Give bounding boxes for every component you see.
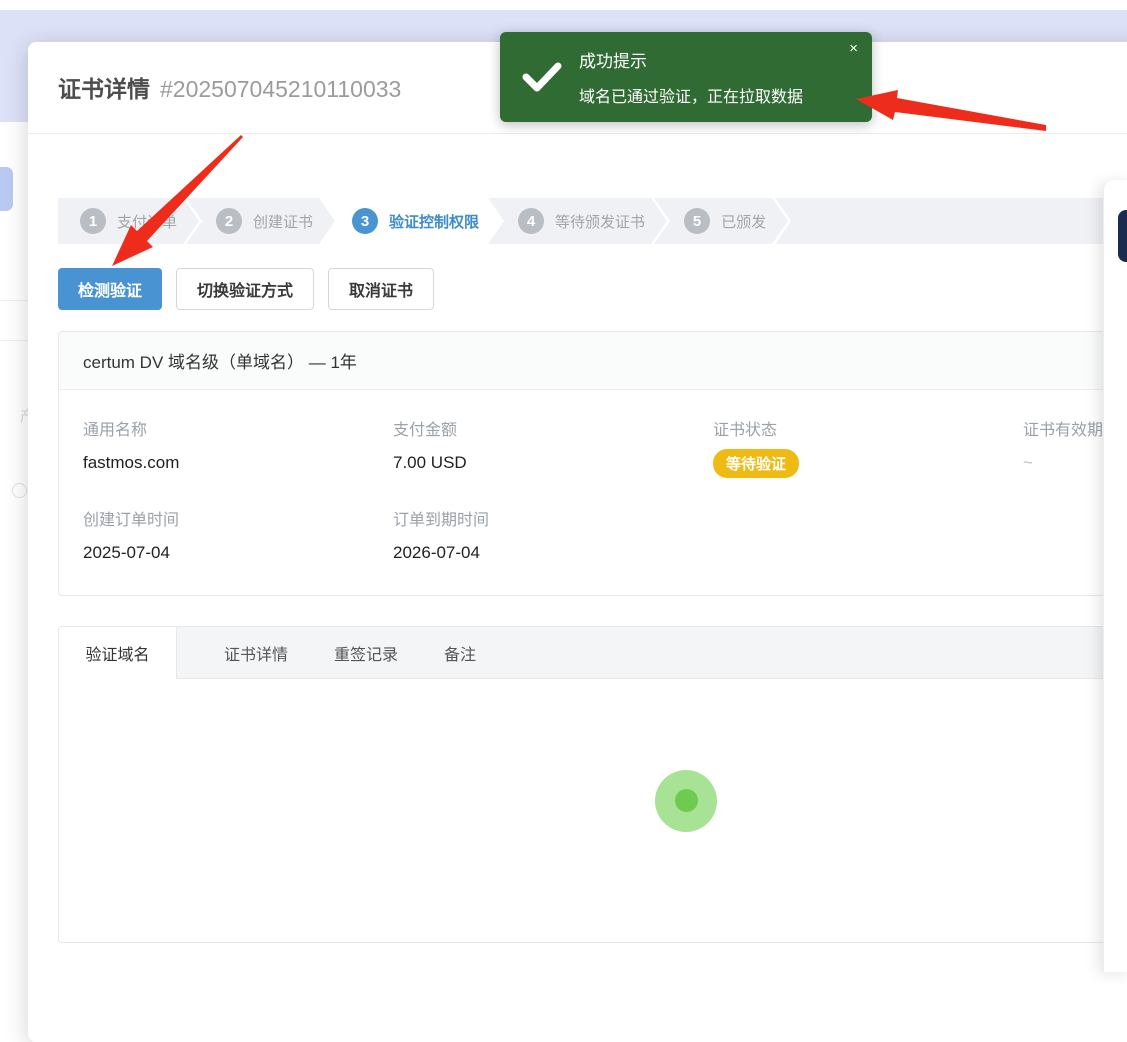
modal-title: 证书详情 <box>58 76 150 102</box>
step-label: 创建证书 <box>253 211 313 232</box>
step-create-cert: 2 创建证书 <box>186 198 335 244</box>
field-value: 2026-07-04 <box>393 543 713 563</box>
loading-spinner-icon <box>655 770 717 832</box>
loading-spinner-core <box>675 789 698 812</box>
background-header-band-left <box>0 50 28 122</box>
progress-stepper: 1 支付订单 2 创建证书 3 验证控制权限 4 等待颁发证书 5 已颁发 <box>58 198 1127 244</box>
step-wait-issue: 4 等待颁发证书 <box>488 198 667 244</box>
detail-tabs-card: 验证域名 证书详情 重签记录 备注 <box>58 626 1127 943</box>
tab-bar: 验证域名 证书详情 重签记录 备注 <box>59 627 1127 679</box>
detect-verify-button[interactable]: 检测验证 <box>58 268 162 310</box>
background-search-icon <box>12 483 27 498</box>
background-sidebar-item-fragment <box>0 167 13 211</box>
check-icon <box>522 60 562 94</box>
certificate-field-grid: 通用名称 fastmos.com 支付金额 7.00 USD 证书状态 等待验证… <box>59 390 1127 595</box>
step-label: 等待颁发证书 <box>555 211 645 232</box>
field-common-name: 通用名称 fastmos.com <box>83 416 393 478</box>
toast-title: 成功提示 <box>579 47 803 72</box>
close-icon[interactable]: × <box>849 41 858 56</box>
certificate-info-card: certum DV 域名级（单域名） — 1年 通用名称 fastmos.com… <box>58 331 1127 596</box>
step-label: 已颁发 <box>721 211 766 232</box>
field-value: fastmos.com <box>83 453 393 473</box>
step-label: 支付订单 <box>117 211 177 232</box>
success-toast: 成功提示 域名已通过验证，正在拉取数据 × <box>500 32 872 122</box>
field-value: 7.00 USD <box>393 453 713 473</box>
step-number: 5 <box>684 208 710 234</box>
background-divider <box>0 300 28 301</box>
field-payment-amount: 支付金额 7.00 USD <box>393 416 713 478</box>
field-label: 通用名称 <box>83 416 393 440</box>
product-title: certum DV 域名级（单域名） — 1年 <box>59 332 1127 390</box>
toast-text-block: 成功提示 域名已通过验证，正在拉取数据 <box>579 47 803 107</box>
certificate-detail-modal: 证书详情 #202507045210110033 1 支付订单 2 创建证书 3 … <box>28 42 1127 1042</box>
stepper-tail <box>775 198 1127 244</box>
field-order-created: 创建订单时间 2025-07-04 <box>83 506 393 563</box>
step-number: 1 <box>80 208 106 234</box>
field-label: 订单到期时间 <box>393 506 713 530</box>
tab-cert-detail[interactable]: 证书详情 <box>201 627 311 678</box>
right-edge-panel <box>1103 180 1127 972</box>
step-verify-control: 3 验证控制权限 <box>322 198 501 244</box>
tab-resign-record[interactable]: 重签记录 <box>311 627 421 678</box>
field-cert-status: 证书状态 等待验证 <box>713 416 1023 478</box>
field-label: 创建订单时间 <box>83 506 393 530</box>
tab-remarks[interactable]: 备注 <box>421 627 499 678</box>
status-badge: 等待验证 <box>713 449 799 478</box>
right-edge-panel-button[interactable] <box>1118 210 1127 262</box>
tab-content-area <box>59 679 1127 942</box>
field-value: 2025-07-04 <box>83 543 393 563</box>
tab-verify-domain[interactable]: 验证域名 <box>59 627 177 679</box>
background-divider <box>0 340 28 341</box>
field-label: 支付金额 <box>393 416 713 440</box>
step-label: 验证控制权限 <box>389 211 479 232</box>
action-button-row: 检测验证 切换验证方式 取消证书 <box>58 268 1127 310</box>
switch-verify-method-button[interactable]: 切换验证方式 <box>176 268 314 310</box>
cancel-certificate-button[interactable]: 取消证书 <box>328 268 434 310</box>
field-label: 证书状态 <box>713 416 1023 440</box>
step-number: 3 <box>352 208 378 234</box>
order-number: #202507045210110033 <box>160 76 401 102</box>
step-number: 4 <box>518 208 544 234</box>
step-pay-order: 1 支付订单 <box>58 198 199 244</box>
toast-message: 域名已通过验证，正在拉取数据 <box>579 83 803 107</box>
field-order-expiry: 订单到期时间 2026-07-04 <box>393 506 713 563</box>
step-number: 2 <box>216 208 242 234</box>
step-issued: 5 已颁发 <box>654 198 788 244</box>
modal-body: 1 支付订单 2 创建证书 3 验证控制权限 4 等待颁发证书 5 已颁发 <box>28 198 1127 943</box>
